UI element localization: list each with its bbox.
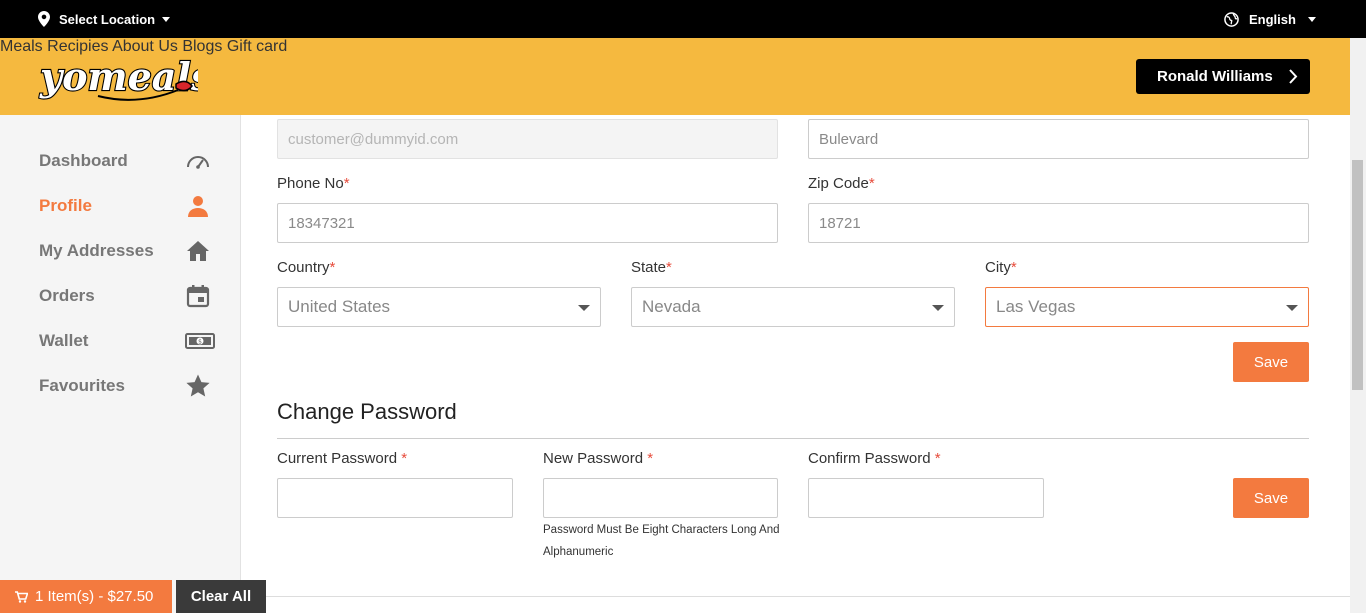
speedometer-icon [187, 156, 209, 169]
user-name: Ronald Williams [1157, 68, 1273, 85]
nav-gift-card[interactable]: Gift card [227, 38, 287, 55]
country-select[interactable]: United States [277, 287, 601, 327]
state-label: State* [631, 259, 672, 276]
sidebar-item-favourites[interactable]: Favourites [39, 371, 214, 401]
star-icon [186, 374, 210, 397]
email-field: customer@dummyid.com [277, 119, 778, 159]
sidebar-item-wallet[interactable]: Wallet $ [39, 326, 215, 356]
home-icon [187, 241, 209, 261]
divider [241, 596, 1350, 597]
password-hint: Password Must Be Eight Characters Long A… [543, 524, 780, 558]
nav-meals[interactable]: Meals [0, 38, 43, 55]
sidebar-item-orders[interactable]: Orders [39, 281, 214, 311]
confirm-password-label: Confirm Password * [808, 450, 941, 467]
select-location-dropdown[interactable]: Select Location [38, 11, 171, 27]
cart-icon [15, 590, 28, 603]
zip-code-label: Zip Code* [808, 175, 875, 192]
sidebar-item-label: Profile [39, 196, 92, 215]
current-password-label: Current Password * [277, 450, 408, 467]
zip-code-field[interactable]: 18721 [808, 203, 1309, 243]
save-password-button[interactable]: Save [1233, 478, 1309, 518]
new-password-field[interactable] [543, 478, 778, 518]
sidebar-item-label: Wallet [39, 331, 89, 350]
phone-field[interactable]: 18347321 [277, 203, 778, 243]
city-value: Las Vegas [996, 297, 1076, 316]
country-value: United States [288, 297, 391, 316]
user-icon [188, 196, 208, 217]
globe-icon [1224, 12, 1239, 27]
chevron-down-icon [1307, 17, 1316, 22]
sidebar-item-my-addresses[interactable]: My Addresses [39, 236, 214, 266]
clear-all-button[interactable]: Clear All [176, 580, 266, 613]
cart-summary-label: 1 Item(s) - $27.50 [35, 588, 154, 605]
yomeals-logo[interactable]: yomeals [38, 46, 198, 108]
phone-label: Phone No* [277, 175, 350, 192]
address-field[interactable]: Bulevard [808, 119, 1309, 159]
sidebar-item-label: My Addresses [39, 241, 154, 260]
save-profile-button[interactable]: Save [1233, 342, 1309, 382]
section-title-change-password: Change Password [277, 399, 457, 424]
select-location-label: Select Location [59, 11, 156, 27]
city-select[interactable]: Las Vegas [985, 287, 1309, 327]
sidebar-item-dashboard[interactable]: Dashboard [39, 146, 214, 176]
state-select[interactable]: Nevada [631, 287, 955, 327]
chevron-right-icon [1289, 69, 1298, 84]
state-value: Nevada [642, 297, 701, 316]
cart-summary-button[interactable]: 1 Item(s) - $27.50 [0, 580, 172, 613]
location-pin-icon [38, 11, 50, 27]
scrollbar-thumb[interactable] [1352, 160, 1363, 390]
top-bar: Select Location English [0, 0, 1366, 38]
confirm-password-field[interactable] [808, 478, 1044, 518]
sidebar-item-label: Dashboard [39, 151, 128, 170]
sidebar-item-label: Orders [39, 286, 95, 305]
chevron-down-icon [1286, 305, 1298, 311]
sidebar-item-label: Favourites [39, 376, 125, 395]
current-password-field[interactable] [277, 478, 513, 518]
divider [277, 438, 1309, 439]
chevron-down-icon [162, 16, 171, 22]
account-sidebar: Dashboard Profile My Addresses Orders Wa… [0, 115, 241, 613]
city-label: City* [985, 259, 1017, 276]
sidebar-item-profile[interactable]: Profile [39, 191, 214, 221]
language-label: English [1249, 12, 1296, 27]
new-password-label: New Password * [543, 450, 654, 467]
chevron-down-icon [932, 305, 944, 311]
chevron-down-icon [578, 305, 590, 311]
language-dropdown[interactable]: English [1224, 12, 1316, 27]
country-label: Country* [277, 259, 336, 276]
main-header: yomeals Meals Recipies About Us Blogs Gi… [0, 38, 1350, 115]
cash-icon: $ [185, 333, 215, 349]
calendar-icon [186, 285, 210, 308]
user-menu-button[interactable]: Ronald Williams [1136, 59, 1310, 94]
svg-text:$: $ [198, 339, 202, 346]
